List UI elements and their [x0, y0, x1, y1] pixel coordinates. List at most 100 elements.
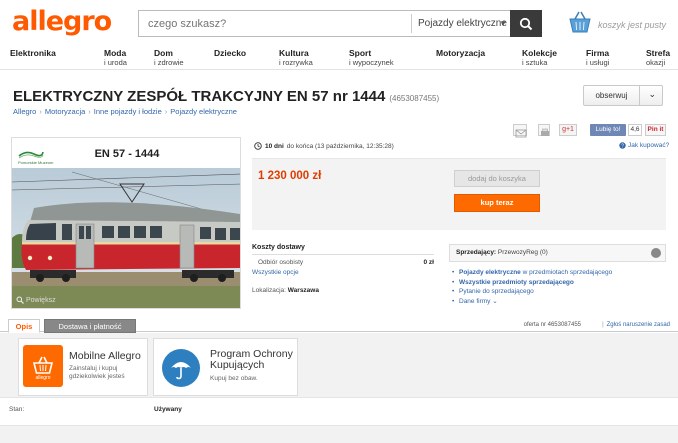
category-item[interactable]: Dziecko	[214, 49, 246, 58]
shipping-title: Koszty dostawy	[252, 244, 434, 255]
breadcrumb-link[interactable]: Allegro	[13, 107, 36, 116]
facebook-like-count: 4,6	[628, 124, 642, 136]
chevron-down-icon[interactable]: ⌄	[648, 89, 656, 100]
bottom-strip	[0, 425, 678, 443]
watch-button[interactable]: obserwuj ⌄	[583, 85, 663, 106]
add-to-cart-button[interactable]: dodaj do koszyka	[454, 170, 540, 187]
category-item[interactable]: Dom i zdrowie	[154, 49, 184, 68]
mobile-allegro-card[interactable]: allegro Mobilne Allegro Zainstaluj i kup…	[18, 338, 148, 396]
shipping-row: Odbiór osobisty 0 zł	[252, 259, 434, 268]
condition-row: Stan: Używany	[0, 397, 678, 425]
breadcrumb-link[interactable]: Motoryzacja	[45, 107, 85, 116]
shipping-section: Koszty dostawy Odbiór osobisty 0 zł Wszy…	[252, 244, 434, 294]
svg-text:?: ?	[621, 144, 624, 150]
print-button[interactable]	[538, 124, 550, 136]
watch-label: obserwuj	[584, 86, 640, 105]
train-photo	[12, 168, 240, 308]
zoom-label: Powiększ	[26, 296, 56, 304]
cart-status[interactable]: koszyk jest pusty	[598, 20, 666, 30]
facebook-like-button[interactable]: Lubię to!	[590, 124, 626, 136]
umbrella-icon	[171, 362, 191, 380]
basket-icon	[569, 11, 591, 33]
tab-bar: Opis Dostawa i płatność oferta nr 465308…	[0, 318, 678, 333]
seller-box[interactable]: Sprzedający: PrzewozyReg (0)	[449, 244, 666, 262]
printer-icon	[541, 128, 549, 136]
tab-description[interactable]: Opis	[8, 319, 40, 333]
basket-icon: allegro	[32, 356, 54, 381]
seller-name: PrzewozyReg	[497, 249, 539, 256]
category-item[interactable]: Kolekcje i sztuka	[522, 49, 557, 68]
card-subtitle: Kupuj bez obaw.	[210, 375, 258, 382]
breadcrumb-link[interactable]: Inne pojazdy i łodzie	[94, 107, 162, 116]
help-icon: ?	[619, 142, 626, 149]
buy-now-button[interactable]: kup teraz	[454, 194, 540, 212]
location: Lokalizacja: Warszawa	[252, 287, 434, 294]
google-plus-button[interactable]: g+1	[559, 124, 577, 136]
card-subtitle: Zainstaluj i kupuj gdziekolwiek jesteś	[69, 365, 125, 380]
category-item[interactable]: Kultura i rozrywka	[279, 49, 313, 68]
zoom-button[interactable]: Powiększ	[16, 296, 56, 304]
clock-icon	[254, 142, 262, 150]
magnifier-icon	[16, 296, 24, 304]
icon-label: allegro	[35, 375, 50, 381]
category-item[interactable]: Sport i wypoczynek	[349, 49, 394, 68]
time-remaining-detail: do końca (13 października, 12:35:28)	[286, 142, 394, 150]
seller-expand-icon[interactable]	[651, 248, 661, 258]
seller-links: • Pojazdy elektryczne w przedmiotach sprz…	[452, 268, 612, 306]
search-category-label: Pojazdy elektryczne	[418, 18, 507, 29]
breadcrumb: Allegro › Motoryzacja › Inne pojazdy i łodzi…	[13, 107, 237, 116]
share-email-button[interactable]	[513, 124, 527, 138]
search-bar: Pojazdy elektryczne ▼	[138, 10, 542, 37]
report-link[interactable]: | Zgłoś naruszenie zasad	[602, 322, 670, 328]
product-image[interactable]: Pomorskie Muzeum EN 57 - 1444 Powiększ	[11, 137, 241, 309]
seller-link-item[interactable]: • Dane firmy ⌄	[452, 297, 612, 307]
buyer-protection-card[interactable]: Program Ochrony Kupujących Kupuj bez oba…	[153, 338, 298, 396]
page-title: ELEKTRYCZNY ZESPÓŁ TRAKCYJNY EN 57 nr 14…	[13, 88, 439, 105]
image-caption: EN 57 - 1444	[94, 148, 160, 160]
price-box: 1 230 000 zł dodaj do koszyka kup teraz	[252, 158, 666, 230]
search-input[interactable]	[139, 11, 411, 36]
card-title: Mobilne Allegro	[69, 350, 141, 362]
tab-shipping-payment[interactable]: Dostawa i płatność	[44, 319, 136, 333]
price: 1 230 000 zł	[258, 170, 322, 182]
offer-id: (4653087455)	[389, 94, 440, 103]
umbrella-icon	[162, 349, 200, 387]
condition-value: Używany	[154, 406, 182, 413]
seller-link-item[interactable]: • Wszystkie przedmioty sprzedającego	[452, 278, 612, 288]
category-item[interactable]: Moda i uroda	[104, 49, 127, 68]
seller-link-item[interactable]: • Pojazdy elektryczne w przedmiotach sprz…	[452, 268, 612, 278]
bullet-icon: •	[452, 297, 455, 305]
bullet-icon: •	[452, 278, 455, 286]
seller-info: Sprzedający: PrzewozyReg (0)	[456, 249, 548, 256]
search-category-select[interactable]: Pojazdy elektryczne ▼	[411, 14, 511, 33]
shipping-cost: 0 zł	[423, 259, 434, 266]
cart-button[interactable]	[566, 10, 594, 36]
category-item[interactable]: Elektronika	[10, 49, 56, 58]
location-label: Lokalizacja:	[252, 287, 286, 294]
bullet-icon: •	[452, 269, 455, 276]
offer-number: oferta nr 4653087455	[523, 322, 581, 328]
pinterest-button[interactable]: Pin it	[645, 124, 666, 136]
how-to-buy-label: Jak kupować?	[628, 142, 670, 149]
breadcrumb-separator: ›	[88, 107, 91, 116]
all-shipping-options-link[interactable]: Wszystkie opcje	[252, 269, 434, 276]
chevron-down-icon: ▼	[499, 19, 507, 28]
category-nav: Elektronika Moda i uroda Dom i zdrowie Dzi…	[0, 46, 678, 70]
category-item[interactable]: Firma i usługi	[586, 49, 609, 68]
mobile-app-icon: allegro	[23, 345, 63, 387]
category-item[interactable]: Motoryzacja	[436, 49, 485, 58]
envelope-icon	[515, 129, 527, 138]
breadcrumb-separator: ›	[164, 107, 168, 116]
breadcrumb-link[interactable]: Pojazdy elektryczne	[170, 107, 237, 116]
how-to-buy-link[interactable]: ? Jak kupować?	[619, 142, 669, 149]
seller-link-item[interactable]: • Pytanie do sprzedającego	[452, 287, 612, 297]
allegro-logo[interactable]: allegro	[12, 6, 112, 37]
search-icon	[519, 17, 533, 30]
seller-label: Sprzedający:	[456, 249, 497, 256]
search-button[interactable]	[510, 10, 542, 37]
condition-label: Stan:	[9, 406, 25, 413]
shipping-method: Odbiór osobisty	[258, 259, 304, 266]
time-remaining-days: 10 dni	[265, 142, 284, 150]
offer-title: ELEKTRYCZNY ZESPÓŁ TRAKCYJNY EN 57 nr 14…	[13, 88, 386, 105]
category-item[interactable]: Strefa okazji	[646, 49, 670, 68]
